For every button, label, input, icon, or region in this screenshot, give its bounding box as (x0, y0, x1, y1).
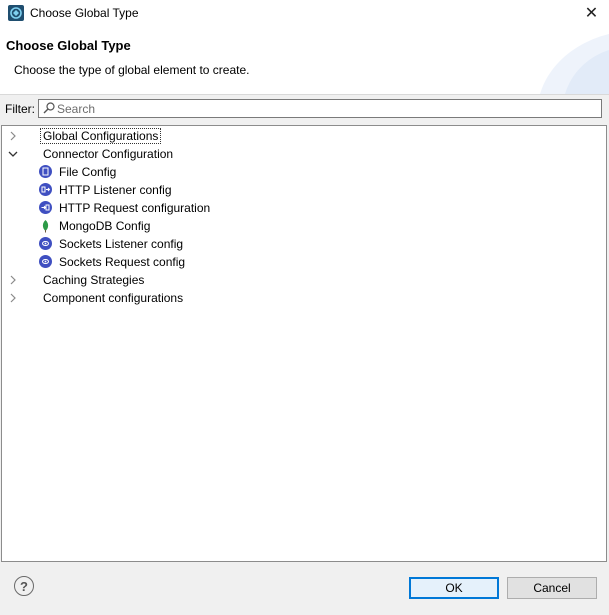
global-type-tree[interactable]: Global Configurations Connector Configur… (1, 125, 607, 562)
ok-button[interactable]: OK (409, 577, 499, 599)
tree-item-label: Connector Configuration (43, 147, 174, 161)
tree-item-label: Component configurations (43, 291, 184, 305)
tree-item-http-request-configuration[interactable]: HTTP Request configuration (2, 199, 606, 217)
filter-field[interactable] (38, 99, 602, 118)
search-input[interactable] (57, 101, 597, 116)
tree-item-label: MongoDB Config (59, 219, 151, 233)
sockets-listener-icon (39, 237, 52, 250)
http-request-icon (39, 201, 52, 214)
sockets-request-icon (39, 255, 52, 268)
chevron-down-icon[interactable] (8, 149, 18, 159)
tree-item-label: HTTP Request configuration (59, 201, 211, 215)
search-icon (43, 102, 55, 114)
cancel-button[interactable]: Cancel (507, 577, 597, 599)
chevron-right-icon[interactable] (8, 275, 18, 285)
tree-item-sockets-request-config[interactable]: Sockets Request config (2, 253, 606, 271)
chevron-right-icon[interactable] (8, 131, 18, 141)
filter-label: Filter: (5, 102, 35, 116)
tree-item-label: Global Configurations (39, 128, 162, 144)
banner-decoration (540, 34, 609, 94)
tree-item-label: HTTP Listener config (59, 183, 172, 197)
wizard-header: Choose Global Type Choose the type of gl… (0, 26, 609, 94)
header-separator (0, 94, 609, 95)
tree-item-label: Sockets Request config (59, 255, 186, 269)
file-config-icon (39, 165, 52, 178)
tree-item-component-configurations[interactable]: Component configurations (2, 289, 606, 307)
close-button[interactable]: ✕ (574, 0, 609, 26)
tree-item-global-configurations[interactable]: Global Configurations (2, 127, 606, 145)
app-icon (8, 5, 24, 21)
mongodb-leaf-icon (42, 220, 49, 233)
tree-item-connector-configuration[interactable]: Connector Configuration (2, 145, 606, 163)
tree-item-http-listener-config[interactable]: HTTP Listener config (2, 181, 606, 199)
tree-item-mongodb-config[interactable]: MongoDB Config (2, 217, 606, 235)
page-description: Choose the type of global element to cre… (14, 63, 250, 77)
http-listener-icon (39, 183, 52, 196)
tree-item-caching-strategies[interactable]: Caching Strategies (2, 271, 606, 289)
tree-item-label: Sockets Listener config (59, 237, 184, 251)
help-button[interactable]: ? (14, 576, 34, 596)
window-title: Choose Global Type (30, 6, 139, 20)
tree-item-file-config[interactable]: File Config (2, 163, 606, 181)
tree-item-sockets-listener-config[interactable]: Sockets Listener config (2, 235, 606, 253)
tree-item-label: Caching Strategies (43, 273, 145, 287)
chevron-right-icon[interactable] (8, 293, 18, 303)
page-title: Choose Global Type (6, 38, 131, 53)
tree-item-label: File Config (59, 165, 117, 179)
title-bar: Choose Global Type ✕ (0, 0, 609, 26)
